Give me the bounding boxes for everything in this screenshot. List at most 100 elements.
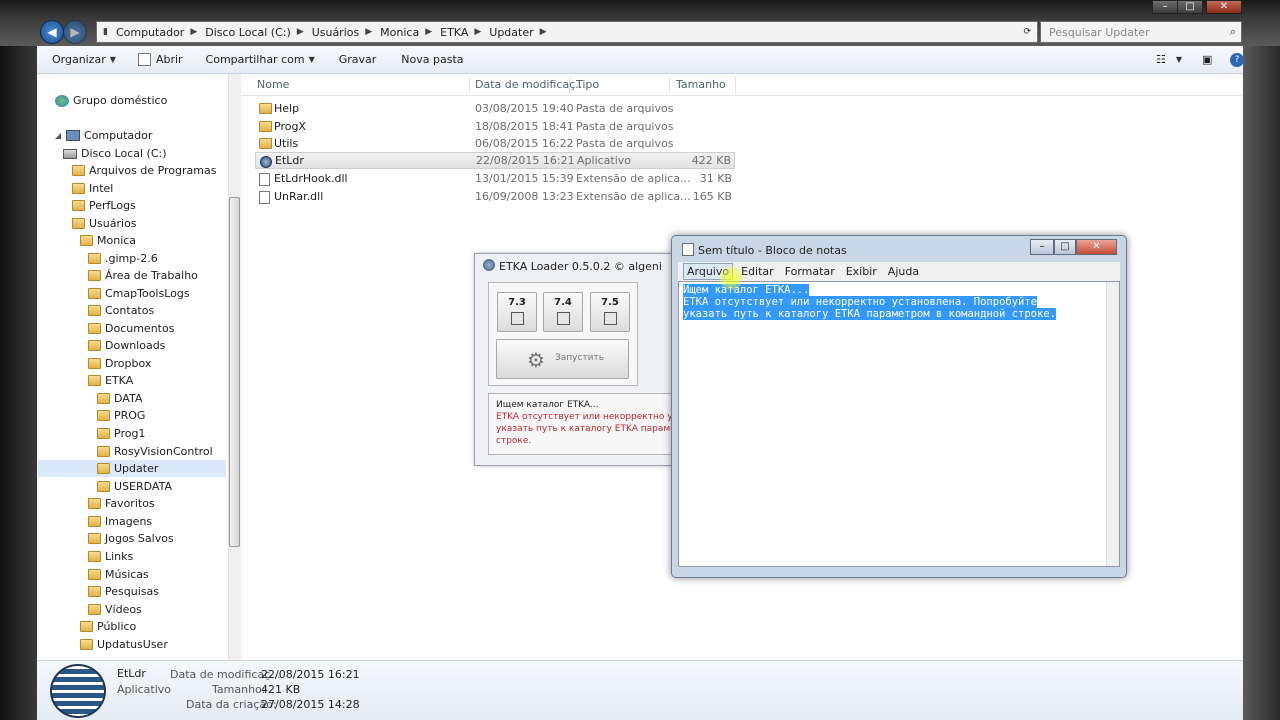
breadcrumb-monica[interactable]: Monica: [380, 26, 419, 39]
file-row[interactable]: EtLdrHook.dll 13/01/2015 15:39 Extensão …: [255, 170, 735, 187]
breadcrumb-disk[interactable]: Disco Local (C:): [205, 26, 291, 39]
nav-item-public[interactable]: Público: [80, 618, 136, 635]
nav-item-pictures[interactable]: Imagens: [88, 513, 152, 530]
column-divider[interactable]: [735, 76, 736, 94]
burn-button[interactable]: Gravar: [339, 53, 377, 66]
file-row[interactable]: ProgX 18/08/2015 18:41 Pasta de arquivos: [255, 118, 735, 135]
nav-item-prog[interactable]: PROG: [97, 407, 145, 424]
new-folder-button[interactable]: Nova pasta: [401, 53, 463, 66]
share-button[interactable]: Compartilhar com ▼: [206, 53, 315, 66]
folder-icon: [97, 410, 110, 421]
search-icon[interactable]: ⌕: [1230, 25, 1236, 39]
nav-item-etka[interactable]: ETKA: [88, 372, 133, 389]
nav-item-data[interactable]: DATA: [97, 390, 142, 407]
nav-item-label: Imagens: [105, 515, 153, 528]
minimize-icon[interactable]: –: [1030, 239, 1054, 255]
organize-button[interactable]: Organizar ▼: [52, 53, 116, 66]
nav-item-label: CmapToolsLogs: [105, 287, 190, 300]
preview-pane-button[interactable]: ▣: [1202, 53, 1212, 66]
nav-item-dropbox[interactable]: Dropbox: [88, 355, 151, 372]
run-button[interactable]: ⚙ Запустить: [496, 339, 629, 379]
menu-edit[interactable]: Editar: [738, 264, 777, 279]
file-row[interactable]: UnRar.dll 16/09/2008 13:23 Extensão de a…: [255, 188, 735, 205]
chevron-right-icon[interactable]: ▶: [365, 27, 372, 37]
nav-item-userdata[interactable]: USERDATA: [97, 478, 172, 495]
open-button[interactable]: Abrir: [137, 53, 183, 66]
column-header-size[interactable]: Tamanho: [676, 78, 726, 91]
help-button[interactable]: ?: [1230, 52, 1244, 67]
minimize-icon[interactable]: –: [1152, 0, 1178, 14]
expand-arrow-icon[interactable]: ◢: [55, 131, 63, 140]
nav-item-links[interactable]: Links: [88, 548, 133, 565]
column-divider[interactable]: [569, 76, 570, 94]
view-options-button[interactable]: ☷ ▼: [1156, 53, 1182, 66]
chevron-right-icon[interactable]: ▶: [297, 27, 304, 37]
breadcrumb-users[interactable]: Usuários: [312, 26, 360, 39]
nav-item-users[interactable]: Usuários: [72, 215, 137, 232]
nav-item-gimp[interactable]: .gimp-2.6: [88, 250, 158, 267]
version-checkbox[interactable]: [557, 312, 570, 325]
share-label: Compartilhar com: [205, 53, 305, 66]
notepad-text-area[interactable]: Ищем каталог ETKA... ETKA отсутствует ил…: [678, 281, 1120, 567]
file-row-selected[interactable]: EtLdr 22/08/2015 16:21 Aplicativo 422 KB: [255, 152, 735, 169]
homegroup-icon: [55, 94, 69, 107]
back-icon[interactable]: ◀: [40, 20, 64, 44]
nav-item-videos[interactable]: Vídeos: [88, 601, 142, 618]
notepad-scrollbar[interactable]: [1106, 282, 1119, 566]
refresh-icon[interactable]: ⟳: [1023, 27, 1031, 37]
forward-icon[interactable]: ▶: [63, 20, 87, 44]
nav-item-contacts[interactable]: Contatos: [88, 302, 154, 319]
breadcrumb-computer[interactable]: Computador: [116, 26, 184, 39]
nav-item-saved-games[interactable]: Jogos Salvos: [88, 530, 174, 547]
version-7-3-button[interactable]: 7.3: [497, 292, 537, 332]
nav-scrollbar-thumb[interactable]: [229, 197, 240, 547]
column-divider[interactable]: [469, 76, 470, 94]
version-7-5-button[interactable]: 7.5: [590, 292, 630, 332]
nav-item-computer[interactable]: ◢ Computador: [55, 127, 152, 144]
chevron-right-icon[interactable]: ▶: [540, 27, 547, 37]
menu-help[interactable]: Ajuda: [885, 264, 922, 279]
folder-icon: [97, 481, 110, 492]
nav-item-program-files[interactable]: Arquivos de Programas: [72, 162, 216, 179]
maximize-icon[interactable]: □: [1177, 0, 1203, 14]
nav-item-searches[interactable]: Pesquisas: [88, 583, 159, 600]
etka-log-line: строке.: [496, 436, 532, 446]
nav-item-desktop[interactable]: Área de Trabalho: [88, 267, 198, 284]
nav-item-updater[interactable]: Updater: [38, 460, 226, 477]
file-row[interactable]: Utils 06/08/2015 16:22 Pasta de arquivos: [255, 135, 735, 152]
file-row[interactable]: Help 03/08/2015 19:40 Pasta de arquivos: [255, 100, 735, 117]
version-checkbox[interactable]: [604, 312, 617, 325]
nav-item-cmaptoolslogs[interactable]: CmapToolsLogs: [88, 285, 190, 302]
nav-item-label: Prog1: [114, 427, 146, 440]
menu-format[interactable]: Formatar: [782, 264, 838, 279]
etka-loader-window[interactable]: ETKA Loader 0.5.0.2 © algeni 7.3 7.4 7.5…: [474, 253, 697, 466]
breadcrumb-updater[interactable]: Updater: [489, 26, 533, 39]
chevron-right-icon[interactable]: ▶: [190, 27, 197, 37]
nav-item-monica[interactable]: Monica: [80, 232, 136, 249]
nav-item-downloads[interactable]: Downloads: [88, 337, 165, 354]
column-header-type[interactable]: Tipo: [576, 78, 599, 91]
maximize-icon[interactable]: □: [1054, 239, 1076, 255]
search-input[interactable]: Pesquisar Updater ⌕: [1040, 21, 1242, 43]
address-bar[interactable]: ▮ Computador ▶ Disco Local (C:) ▶ Usuários…: [96, 21, 1038, 43]
nav-item-intel[interactable]: Intel: [72, 180, 113, 197]
nav-item-updatususer[interactable]: UpdatusUser: [80, 636, 168, 653]
nav-item-homegroup[interactable]: Grupo doméstico: [55, 92, 167, 109]
column-header-name[interactable]: Nome: [257, 78, 289, 91]
breadcrumb-etka[interactable]: ETKA: [440, 26, 468, 39]
close-icon[interactable]: ✕: [1206, 0, 1242, 14]
nav-item-favorites[interactable]: Favoritos: [88, 495, 155, 512]
nav-item-disk[interactable]: Disco Local (C:): [63, 145, 167, 162]
nav-item-rosyvisioncontrol[interactable]: RosyVisionControl: [97, 443, 213, 460]
menu-view[interactable]: Exibir: [843, 264, 880, 279]
chevron-right-icon[interactable]: ▶: [425, 27, 432, 37]
chevron-right-icon[interactable]: ▶: [474, 27, 481, 37]
nav-item-perflogs[interactable]: PerfLogs: [72, 197, 136, 214]
version-checkbox[interactable]: [511, 312, 524, 325]
nav-item-music[interactable]: Músicas: [88, 566, 149, 583]
column-divider[interactable]: [669, 76, 670, 94]
nav-item-prog1[interactable]: Prog1: [97, 425, 145, 442]
close-icon[interactable]: ✕: [1076, 239, 1117, 255]
nav-item-documents[interactable]: Documentos: [88, 320, 174, 337]
version-7-4-button[interactable]: 7.4: [543, 292, 583, 332]
